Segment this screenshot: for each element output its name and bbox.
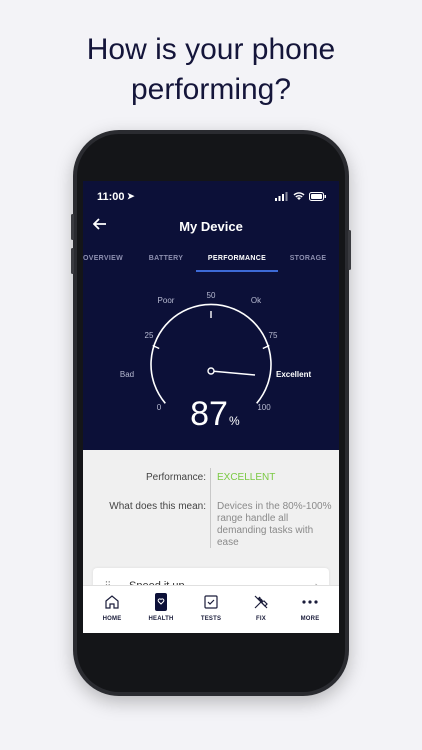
gauge-label-50: 50 [207, 291, 216, 300]
status-icons [275, 192, 327, 201]
device-header-panel: 11:00 ➤ My Device OVERVIEW BATTERY PERFO… [83, 181, 339, 450]
nav-fix[interactable]: FIX [236, 592, 286, 622]
active-tab-indicator [196, 270, 278, 272]
battery-icon [309, 192, 326, 201]
details-panel: Performance: EXCELLENT What does this me… [83, 450, 339, 608]
nav-fix-label: FIX [256, 616, 266, 622]
nav-tests[interactable]: TESTS [186, 592, 236, 622]
bottom-nav: HOME HEALTH TESTS FIX MORE [83, 585, 339, 633]
tab-overview[interactable]: OVERVIEW [83, 255, 123, 262]
more-icon [302, 600, 318, 604]
volume-button [71, 248, 74, 274]
volume-button [71, 214, 74, 240]
gauge-label-ok: Ok [251, 296, 262, 305]
status-time: 11:00 [97, 191, 125, 203]
power-button [348, 230, 351, 270]
headline: How is your phone performing? [0, 30, 422, 110]
gauge-hub [207, 367, 215, 375]
health-icon [155, 593, 167, 611]
tab-bar: OVERVIEW BATTERY PERFORMANCE STORAGE [83, 255, 339, 273]
performance-label: Performance: [145, 472, 206, 483]
gauge-label-poor: Poor [158, 296, 175, 305]
headline-line2: performing? [130, 73, 292, 106]
home-icon [105, 595, 119, 609]
nav-bar: My Device [83, 217, 339, 237]
gauge-label-bad: Bad [120, 370, 134, 379]
signal-icon [275, 192, 288, 201]
headline-line1: How is your phone [86, 33, 336, 66]
status-bar: 11:00 ➤ [97, 191, 327, 205]
nav-health[interactable]: HEALTH [136, 592, 186, 622]
tests-icon [204, 595, 218, 609]
nav-more[interactable]: MORE [285, 592, 335, 622]
gauge-unit: % [229, 414, 240, 428]
gauge-needle [210, 370, 256, 376]
meaning-label: What does this mean: [109, 501, 206, 512]
nav-health-label: HEALTH [148, 616, 174, 622]
tools-icon [254, 595, 268, 609]
wifi-icon [293, 192, 305, 200]
page-title: My Device [179, 219, 243, 234]
nav-home[interactable]: HOME [87, 592, 137, 622]
nav-tests-label: TESTS [200, 616, 222, 622]
gauge-value: 87 [190, 395, 228, 433]
performance-value: EXCELLENT [217, 472, 276, 483]
gauge-label-75: 75 [269, 331, 278, 340]
details-divider [210, 468, 211, 548]
gauge-label-100: 100 [257, 403, 271, 412]
tab-battery[interactable]: BATTERY [145, 255, 187, 262]
gauge-label-0: 0 [157, 403, 162, 412]
gauge-label-25: 25 [145, 331, 154, 340]
gauge-ticks [152, 311, 270, 350]
gauge-label-excellent: Excellent [276, 370, 311, 379]
performance-gauge: 50 Poor Ok 25 75 Bad Excellent 0 100 87 … [120, 291, 312, 433]
phone-screen: 11:00 ➤ My Device OVERVIEW BATTERY PERFO… [83, 181, 339, 633]
gauge-arc [150, 303, 272, 404]
tab-storage[interactable]: STORAGE [286, 255, 330, 262]
nav-home-label: HOME [102, 616, 122, 622]
meaning-value: Devices in the 80%-100% range handle all… [217, 501, 332, 548]
tab-performance[interactable]: PERFORMANCE [196, 255, 278, 262]
location-icon: ➤ [127, 191, 135, 201]
nav-more-label: MORE [300, 616, 320, 622]
